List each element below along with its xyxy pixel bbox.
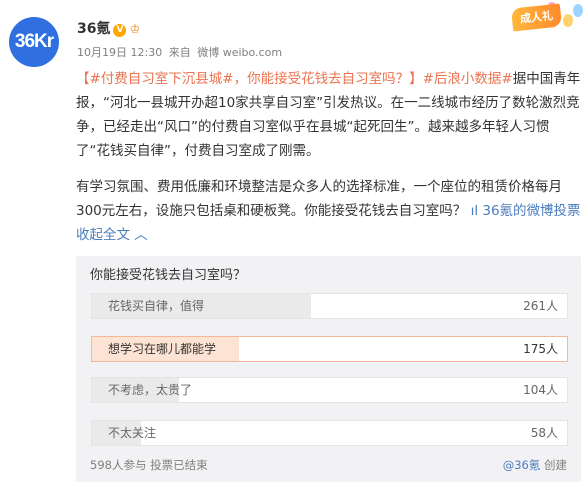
poll-creator: @36氪 创建	[503, 457, 567, 473]
poll-participants: 598人参与	[90, 458, 147, 472]
poll-option[interactable]: 不考虑，太贵了 104人	[91, 377, 568, 403]
poll-option-label: 不考虑，太贵了	[108, 383, 193, 397]
poll-option[interactable]: 想学习在哪儿都能学 175人	[91, 336, 568, 362]
post-question: ，你能接受花钱去自习室吗？】	[233, 71, 423, 87]
post-content: 【#付费自习室下沉县城#，你能接受花钱去自习室吗？】#后浪小数据#据中国青年报，…	[76, 67, 581, 247]
author-header: 36氪 V ♔	[77, 18, 140, 38]
birthday-badge: 成人礼	[450, 0, 587, 40]
poll-option-label: 不太关注	[108, 426, 157, 440]
post-date[interactable]: 10月19日 12:30	[77, 46, 162, 59]
poll-option-count: 175人	[523, 342, 558, 356]
post-paragraph: 【#付费自习室下沉县城#，你能接受花钱去自习室吗？】#后浪小数据#据中国青年报，…	[76, 67, 581, 163]
crown-icon: ♔	[129, 22, 141, 36]
balloon-icon	[573, 4, 583, 17]
created-label: 创建	[544, 458, 567, 472]
avatar[interactable]: 36Kr	[9, 17, 59, 67]
poll-option[interactable]: 不太关注 58人	[91, 420, 568, 446]
author-link[interactable]: 36氪的	[482, 203, 526, 219]
source-name[interactable]: 微博 weibo.com	[197, 46, 282, 59]
source-prefix: 来自	[168, 46, 191, 59]
chevron-up-icon: ︿	[130, 227, 148, 243]
collapse-link[interactable]: 收起全文	[76, 227, 130, 243]
creator-link[interactable]: @36氪	[503, 458, 541, 472]
poll-option[interactable]: 花钱买自律，值得 261人	[91, 293, 568, 319]
poll-option-count: 261人	[523, 299, 558, 313]
author-name[interactable]: 36氪	[77, 21, 110, 37]
poll-option-label: 花钱买自律，值得	[108, 299, 205, 313]
poll-card: 你能接受花钱去自习室吗？ 花钱买自律，值得 261人 想学习在哪儿都能学 175…	[76, 256, 581, 482]
poll-option-count: 58人	[530, 426, 558, 440]
post-paragraph: 有学习氛围、费用低廉和环境整洁是众多人的选择标准，一个座位的租赁价格每月300元…	[76, 175, 581, 247]
post-meta: 10月19日 12:30 来自 微博 weibo.com	[77, 44, 285, 60]
verified-icon: V	[113, 24, 127, 37]
topic-link[interactable]: #付费自习室下沉县城#	[90, 71, 234, 87]
open-bracket: 【	[76, 71, 90, 87]
poll-title: 你能接受花钱去自习室吗？	[90, 268, 247, 283]
poll-icon: ıl	[466, 203, 483, 219]
poll-status: 投票已结束	[150, 458, 208, 472]
poll-option-label: 想学习在哪儿都能学	[108, 342, 217, 356]
poll-footer: 598人参与 投票已结束	[90, 457, 208, 473]
topic-link[interactable]: #后浪小数据#	[423, 71, 513, 87]
poll-link[interactable]: 微博投票	[527, 203, 581, 219]
badge-label: 成人礼	[510, 3, 563, 32]
balloon-icon	[563, 14, 573, 27]
poll-option-count: 104人	[523, 383, 558, 397]
